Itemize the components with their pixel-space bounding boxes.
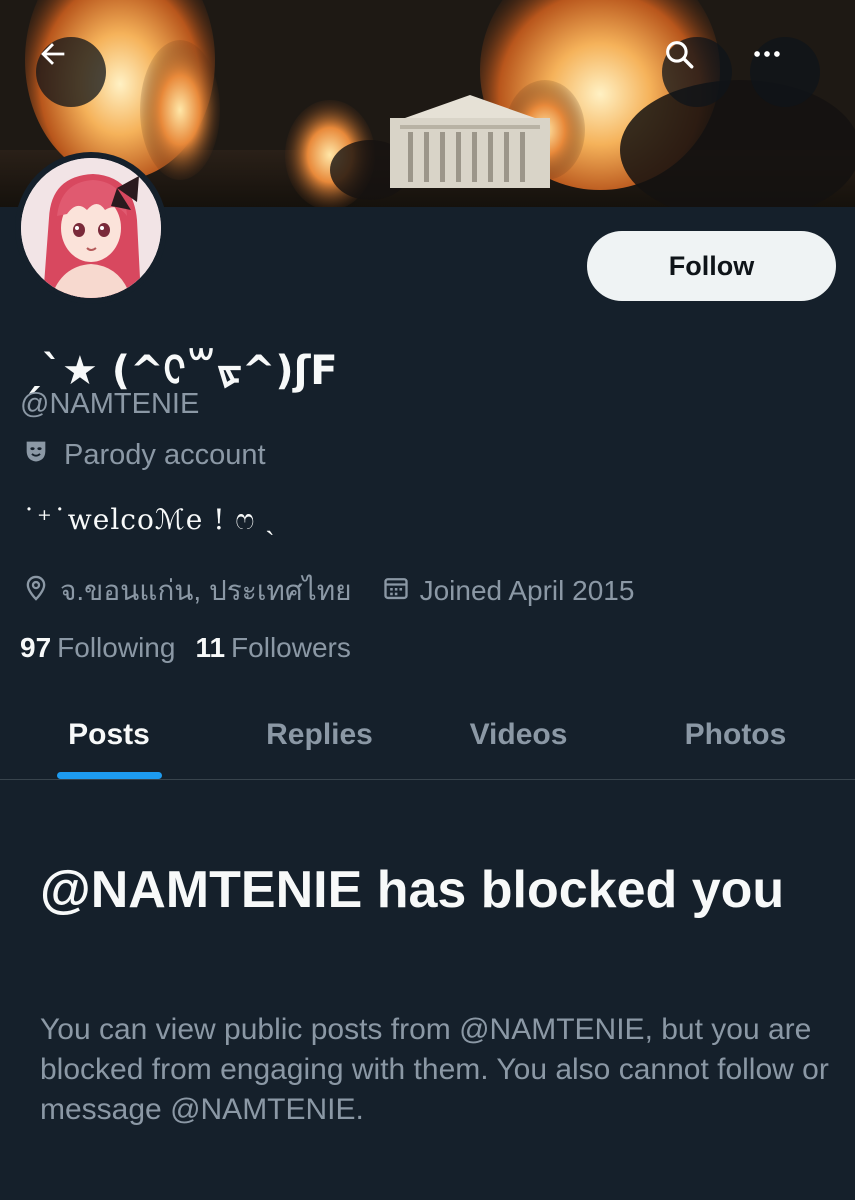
search-button[interactable] [662,37,732,107]
follow-stats: 97 Following 11 Followers [20,632,351,664]
tab-videos[interactable]: Videos [421,690,616,779]
tab-replies[interactable]: Replies [218,690,421,779]
back-button[interactable] [36,37,106,107]
followers-label: Followers [231,632,351,663]
follow-button[interactable]: Follow [587,231,836,301]
joined-item: Joined April 2015 [382,574,635,609]
location-pin-icon [22,574,50,609]
parody-text: Parody account [64,438,266,471]
profile-bio: ˙⁺˙welcoℳe ! ෆ ˎ [22,503,276,536]
display-name: ˏˋ★ (^ᢗ꒳ᢘ^)ʃF [22,348,338,394]
location-item: จ.ขอนแก่น, ประเทศไทย [22,569,352,613]
tab-photos[interactable]: Photos [616,690,855,779]
following-count: 97 [20,632,52,663]
profile-page: Follow ˏˋ★ (^ᢗ꒳ᢘ^)ʃF @NAMTENIE Parody ac… [0,0,855,1200]
active-tab-indicator [57,772,162,779]
username-handle: @NAMTENIE [20,388,200,420]
location-text: จ.ขอนแก่น, ประเทศไทย [60,575,352,606]
tab-posts[interactable]: Posts [0,690,218,779]
following-link[interactable]: 97 Following [20,632,175,664]
profile-meta: จ.ขอนแก่น, ประเทศไทย Joined April 2015 [22,569,634,613]
followers-link[interactable]: 11 Followers [195,632,350,664]
calendar-icon [382,574,410,609]
joined-text: Joined April 2015 [419,575,635,606]
parody-label: Parody account [22,437,266,473]
blocked-title: @NAMTENIE has blocked you [40,861,785,919]
blocked-description: You can view public posts from @NAMTENIE… [40,1013,829,1126]
avatar[interactable] [15,152,167,304]
more-options-button[interactable] [750,37,820,107]
theater-mask-icon [22,437,50,473]
anime-girl-avatar [21,158,161,298]
following-label: Following [57,632,176,663]
profile-tabs: Posts Replies Videos Photos [0,690,855,780]
followers-count: 11 [195,632,226,663]
